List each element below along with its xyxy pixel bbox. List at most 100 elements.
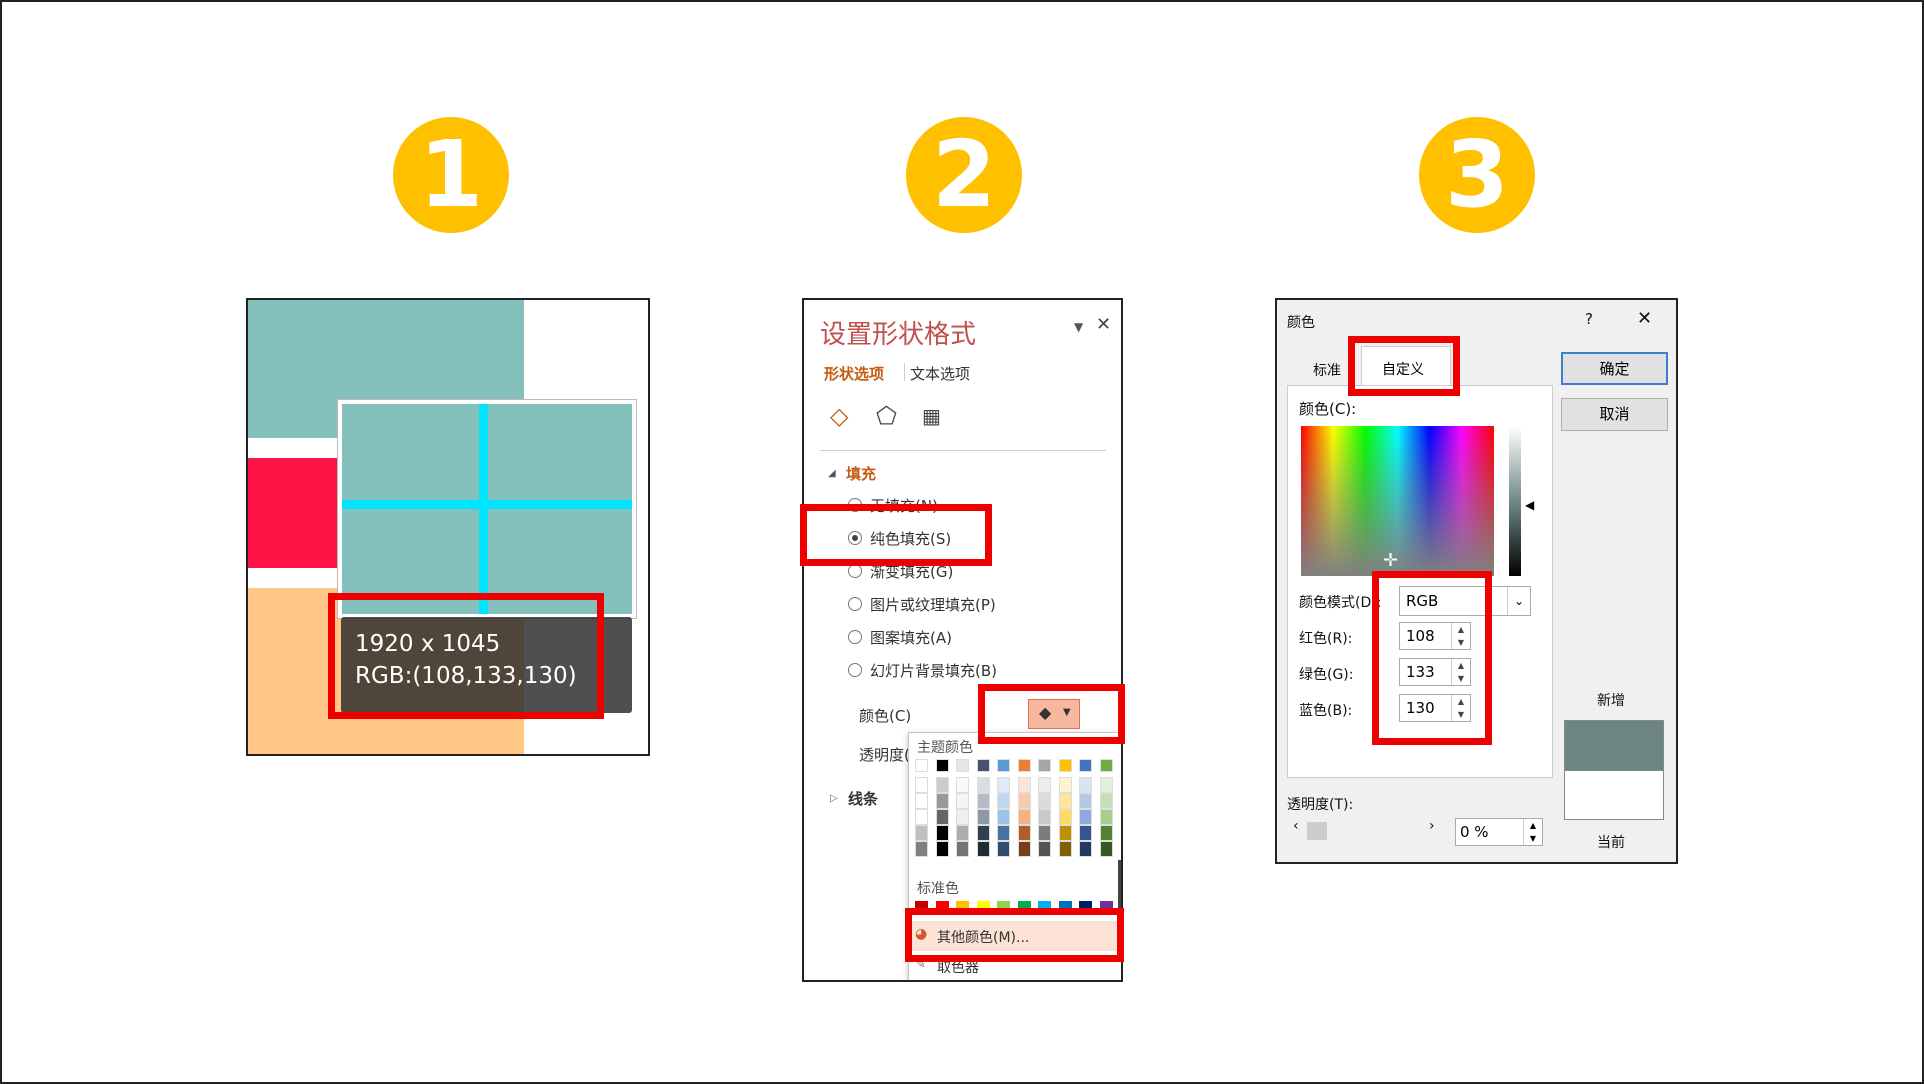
chevron-left-icon[interactable]: ‹ bbox=[1293, 818, 1299, 834]
theme-color-swatch[interactable] bbox=[1058, 825, 1072, 841]
theme-color-swatch[interactable] bbox=[976, 793, 990, 809]
theme-color-swatch[interactable] bbox=[1058, 777, 1072, 793]
collapse-icon[interactable]: ◢ bbox=[828, 468, 836, 479]
theme-color-swatch[interactable] bbox=[1017, 841, 1031, 857]
theme-color-swatch[interactable] bbox=[1017, 777, 1031, 793]
theme-color-swatch[interactable] bbox=[1058, 841, 1072, 857]
option-background-fill[interactable]: 幻灯片背景填充(B) bbox=[870, 660, 997, 681]
option-picture-fill[interactable]: 图片或纹理填充(P) bbox=[870, 594, 996, 615]
theme-color-swatch[interactable] bbox=[1079, 841, 1092, 857]
pane-title: 设置形状格式 bbox=[820, 320, 977, 350]
theme-color-swatch[interactable] bbox=[915, 825, 928, 841]
theme-color-swatch[interactable] bbox=[1079, 793, 1092, 809]
theme-color-swatch[interactable] bbox=[935, 841, 949, 857]
theme-color-swatch[interactable] bbox=[997, 759, 1010, 772]
theme-color-swatch[interactable] bbox=[1099, 793, 1113, 809]
current-color-swatch bbox=[1564, 770, 1664, 820]
section-line[interactable]: 线条 bbox=[848, 788, 878, 809]
transparency-label: 透明度(T): bbox=[1287, 797, 1354, 813]
close-icon[interactable]: ✕ bbox=[1637, 308, 1652, 329]
theme-color-swatch[interactable] bbox=[997, 825, 1010, 841]
theme-color-swatch[interactable] bbox=[1099, 825, 1113, 841]
theme-color-swatch[interactable] bbox=[935, 793, 949, 809]
theme-color-swatch[interactable] bbox=[1058, 793, 1072, 809]
theme-color-swatch[interactable] bbox=[1017, 825, 1031, 841]
theme-color-swatch[interactable] bbox=[1038, 777, 1051, 793]
theme-color-swatch[interactable] bbox=[1079, 777, 1092, 793]
theme-color-swatch[interactable] bbox=[1058, 809, 1072, 825]
help-button[interactable]: ? bbox=[1585, 310, 1593, 328]
theme-color-swatch[interactable] bbox=[1017, 793, 1031, 809]
spin-arrows-icon[interactable]: ▲ ▼ bbox=[1523, 819, 1542, 845]
theme-color-swatch[interactable] bbox=[1017, 809, 1031, 825]
theme-color-swatch[interactable] bbox=[997, 793, 1010, 809]
theme-color-swatch[interactable] bbox=[915, 793, 928, 809]
theme-color-swatch[interactable] bbox=[935, 777, 949, 793]
tab-shape-options[interactable]: 形状选项 bbox=[824, 363, 884, 384]
section-fill[interactable]: 填充 bbox=[846, 463, 876, 484]
theme-color-swatch[interactable] bbox=[976, 759, 990, 772]
theme-color-swatch[interactable] bbox=[976, 841, 990, 857]
tab-standard[interactable]: 标准 bbox=[1313, 360, 1341, 380]
crosshair-vertical bbox=[479, 404, 488, 614]
radio-pattern-fill[interactable] bbox=[848, 630, 862, 644]
theme-color-swatch[interactable] bbox=[956, 777, 969, 793]
theme-color-swatch[interactable] bbox=[915, 841, 928, 857]
radio-gradient-fill[interactable] bbox=[848, 564, 862, 578]
theme-color-swatch[interactable] bbox=[976, 809, 990, 825]
theme-color-swatch[interactable] bbox=[915, 809, 928, 825]
color-label: 颜色(C) bbox=[859, 707, 912, 725]
theme-color-swatch[interactable] bbox=[1038, 793, 1051, 809]
radio-background-fill[interactable] bbox=[848, 663, 862, 677]
chevron-down-icon: ⌄ bbox=[1507, 587, 1530, 615]
size-properties-icon[interactable]: ▦ bbox=[922, 404, 941, 428]
transparency-slider-thumb[interactable] bbox=[1307, 822, 1327, 840]
theme-color-swatch[interactable] bbox=[1038, 809, 1051, 825]
theme-color-swatch[interactable] bbox=[1038, 825, 1051, 841]
option-pattern-fill[interactable]: 图案填充(A) bbox=[870, 627, 952, 648]
pane-menu-icon[interactable]: ▼ bbox=[1074, 320, 1083, 334]
theme-color-swatch[interactable] bbox=[997, 777, 1010, 793]
theme-color-swatch[interactable] bbox=[956, 759, 969, 772]
theme-color-swatch[interactable] bbox=[976, 825, 990, 841]
theme-color-swatch[interactable] bbox=[956, 825, 969, 841]
chevron-right-icon[interactable]: › bbox=[1429, 818, 1435, 834]
expand-icon[interactable]: ▷ bbox=[830, 793, 838, 804]
cancel-button[interactable]: 取消 bbox=[1561, 398, 1668, 431]
fill-line-icon[interactable]: ◇ bbox=[830, 402, 848, 430]
luminance-slider[interactable] bbox=[1509, 426, 1521, 576]
radio-picture-fill[interactable] bbox=[848, 597, 862, 611]
theme-color-swatch[interactable] bbox=[1099, 809, 1113, 825]
theme-color-swatch[interactable] bbox=[997, 809, 1010, 825]
theme-color-swatch[interactable] bbox=[1079, 809, 1092, 825]
theme-color-swatch[interactable] bbox=[1079, 759, 1092, 772]
theme-color-swatch[interactable] bbox=[1038, 841, 1051, 857]
current-label: 当前 bbox=[1597, 835, 1625, 851]
theme-color-swatch[interactable] bbox=[976, 777, 990, 793]
theme-color-swatch[interactable] bbox=[1099, 841, 1113, 857]
theme-color-swatch[interactable] bbox=[1038, 759, 1051, 772]
tab-text-options[interactable]: 文本选项 bbox=[910, 363, 970, 384]
transparency-spinner[interactable]: 0 % ▲ ▼ bbox=[1455, 818, 1543, 846]
theme-color-swatch[interactable] bbox=[997, 841, 1010, 857]
close-icon[interactable]: ✕ bbox=[1096, 314, 1111, 335]
ok-button[interactable]: 确定 bbox=[1561, 352, 1668, 385]
color-spectrum[interactable]: ✛ bbox=[1301, 426, 1494, 576]
theme-color-swatch[interactable] bbox=[935, 759, 949, 772]
theme-color-swatch[interactable] bbox=[956, 841, 969, 857]
theme-color-swatch[interactable] bbox=[935, 825, 949, 841]
highlight-solid-fill bbox=[800, 504, 992, 566]
theme-color-swatch[interactable] bbox=[1079, 825, 1092, 841]
theme-color-swatch[interactable] bbox=[956, 793, 969, 809]
theme-color-swatch[interactable] bbox=[1099, 759, 1113, 772]
theme-color-swatch[interactable] bbox=[1099, 777, 1113, 793]
theme-color-swatch[interactable] bbox=[915, 759, 928, 772]
luminance-pointer-icon[interactable]: ◀ bbox=[1525, 498, 1534, 512]
theme-color-swatch[interactable] bbox=[1058, 759, 1072, 772]
theme-color-swatch[interactable] bbox=[956, 809, 969, 825]
theme-color-swatch[interactable] bbox=[1017, 759, 1031, 772]
theme-color-swatch[interactable] bbox=[915, 777, 928, 793]
red-label: 红色(R): bbox=[1299, 631, 1353, 647]
theme-color-swatch[interactable] bbox=[935, 809, 949, 825]
effects-icon[interactable]: ⬠ bbox=[876, 402, 897, 430]
